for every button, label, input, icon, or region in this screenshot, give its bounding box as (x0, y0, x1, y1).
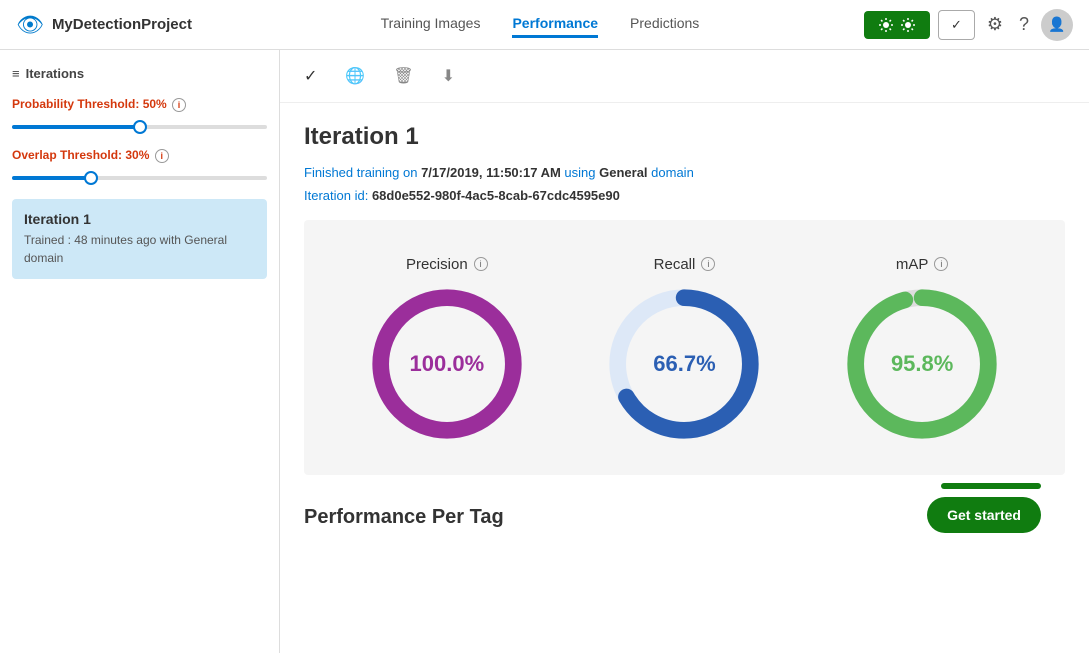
map-chart: mAP i 95.8% (847, 256, 997, 439)
content-area: ✓ 🌐 🗑 ⬇ Iteration 1 Finished training on… (280, 50, 1089, 653)
iteration-list-item[interactable]: Iteration 1 Trained : 48 minutes ago wit… (12, 199, 267, 279)
recall-value: 66.7% (653, 351, 715, 377)
overlap-threshold-slider[interactable] (12, 176, 267, 180)
probability-threshold-label: Probability Threshold: 50% i (12, 97, 267, 112)
content-toolbar: ✓ 🌐 🗑 ⬇ (280, 50, 1089, 103)
probability-info-icon[interactable]: i (172, 98, 186, 112)
layers-icon: ≡ (12, 66, 20, 81)
iteration-item-subtitle: Trained : 48 minutes ago with General do… (24, 231, 255, 267)
trash-icon: 🗑 (393, 68, 413, 85)
check-button[interactable]: ✓ (938, 10, 975, 40)
header-logo: 👁 MyDetectionProject (16, 12, 192, 38)
iteration-meta: Finished training on 7/17/2019, 11:50:17… (304, 161, 1065, 208)
iterations-section-title: ≡ Iterations (12, 66, 267, 81)
iteration-item-title: Iteration 1 (24, 211, 255, 227)
map-value: 95.8% (891, 351, 953, 377)
charts-section: Precision i 100.0% Recall (304, 220, 1065, 475)
train-icon (878, 17, 894, 33)
globe-icon: 🌐 (345, 68, 365, 85)
train-icon2 (900, 17, 916, 33)
toolbar-download-button[interactable]: ⬇ (438, 62, 459, 90)
check-toolbar-icon: ✓ (304, 68, 317, 85)
get-started-button[interactable]: Get started (927, 497, 1041, 533)
download-icon: ⬇ (442, 68, 455, 85)
precision-title: Precision i (406, 256, 488, 273)
iteration-title: Iteration 1 (304, 123, 1065, 151)
recall-donut: 66.7% (609, 289, 759, 439)
help-button[interactable]: ? (1015, 10, 1033, 39)
tab-predictions[interactable]: Predictions (630, 11, 699, 38)
toolbar-check-button[interactable]: ✓ (300, 62, 321, 90)
probability-threshold-slider[interactable] (12, 125, 267, 129)
precision-info-icon[interactable]: i (474, 257, 488, 271)
sidebar: ≡ Iterations Probability Threshold: 50% … (0, 50, 280, 653)
check-icon: ✓ (951, 17, 962, 32)
probability-threshold-group: Probability Threshold: 50% i (12, 97, 267, 132)
settings-button[interactable]: ⚙ (983, 10, 1007, 39)
recall-chart: Recall i 66.7% (609, 256, 759, 439)
precision-chart: Precision i 100.0% (372, 256, 522, 439)
recall-info-icon[interactable]: i (701, 257, 715, 271)
avatar[interactable]: 👤 (1041, 9, 1073, 41)
toolbar-publish-button[interactable]: 🌐 (341, 62, 369, 90)
overlap-threshold-group: Overlap Threshold: 30% i (12, 148, 267, 183)
overlap-info-icon[interactable]: i (155, 149, 169, 163)
performance-per-tag-title: Performance Per Tag (304, 486, 528, 541)
toolbar-delete-button[interactable]: 🗑 (389, 62, 417, 90)
progress-bar (941, 483, 1041, 489)
map-title: mAP i (896, 256, 949, 273)
gear-icon: ⚙ (987, 14, 1003, 34)
recall-title: Recall i (654, 256, 716, 273)
map-info-icon[interactable]: i (934, 257, 948, 271)
map-donut: 95.8% (847, 289, 997, 439)
iteration-header: Iteration 1 Finished training on 7/17/20… (280, 103, 1089, 220)
header-actions: ✓ ⚙ ? 👤 (864, 9, 1073, 41)
main-layout: ≡ Iterations Probability Threshold: 50% … (0, 50, 1089, 653)
avatar-icon: 👤 (1048, 16, 1065, 33)
overlap-threshold-label: Overlap Threshold: 30% i (12, 148, 267, 163)
charts-row: Precision i 100.0% Recall (328, 244, 1041, 451)
tab-training-images[interactable]: Training Images (381, 11, 481, 38)
project-name: MyDetectionProject (52, 16, 192, 33)
header: 👁 MyDetectionProject Training Images Per… (0, 0, 1089, 50)
help-icon: ? (1019, 14, 1029, 34)
precision-donut: 100.0% (372, 289, 522, 439)
logo-icon: 👁 (16, 12, 44, 38)
train-button[interactable] (864, 11, 930, 39)
precision-value: 100.0% (410, 351, 485, 377)
tab-performance[interactable]: Performance (512, 11, 598, 38)
get-started-area: Get started (903, 475, 1065, 541)
nav-tabs: Training Images Performance Predictions (232, 11, 848, 38)
bottom-section: Performance Per Tag Get started (280, 475, 1089, 541)
